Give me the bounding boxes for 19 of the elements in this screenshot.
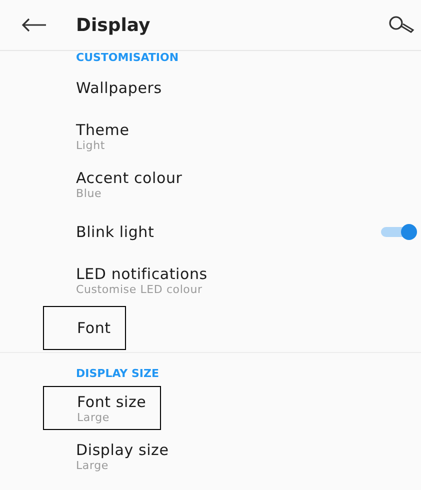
setting-value: Large	[76, 458, 110, 472]
search-icon[interactable]	[387, 15, 415, 35]
setting-title: Display size	[76, 440, 169, 458]
setting-title: Font	[77, 319, 111, 337]
setting-title: LED notifications	[76, 264, 208, 282]
setting-value: Blue	[76, 186, 103, 200]
setting-title: Accent colour	[76, 168, 182, 186]
setting-title: Wallpapers	[76, 79, 162, 97]
setting-title: Font size	[77, 392, 146, 410]
toggle-switch[interactable]	[381, 224, 417, 240]
setting-title: Blink light	[76, 223, 154, 241]
setting-value: Customise LED colour	[76, 282, 204, 296]
section-heading: DISPLAY SIZE	[75, 366, 160, 380]
setting-title: Theme	[76, 120, 130, 138]
setting-value: Large	[77, 410, 110, 424]
section-heading: CUSTOMISATION	[75, 51, 180, 64]
page-title: Display	[76, 14, 152, 36]
setting-value: Light	[76, 138, 106, 152]
back-arrow-icon[interactable]	[21, 18, 47, 32]
